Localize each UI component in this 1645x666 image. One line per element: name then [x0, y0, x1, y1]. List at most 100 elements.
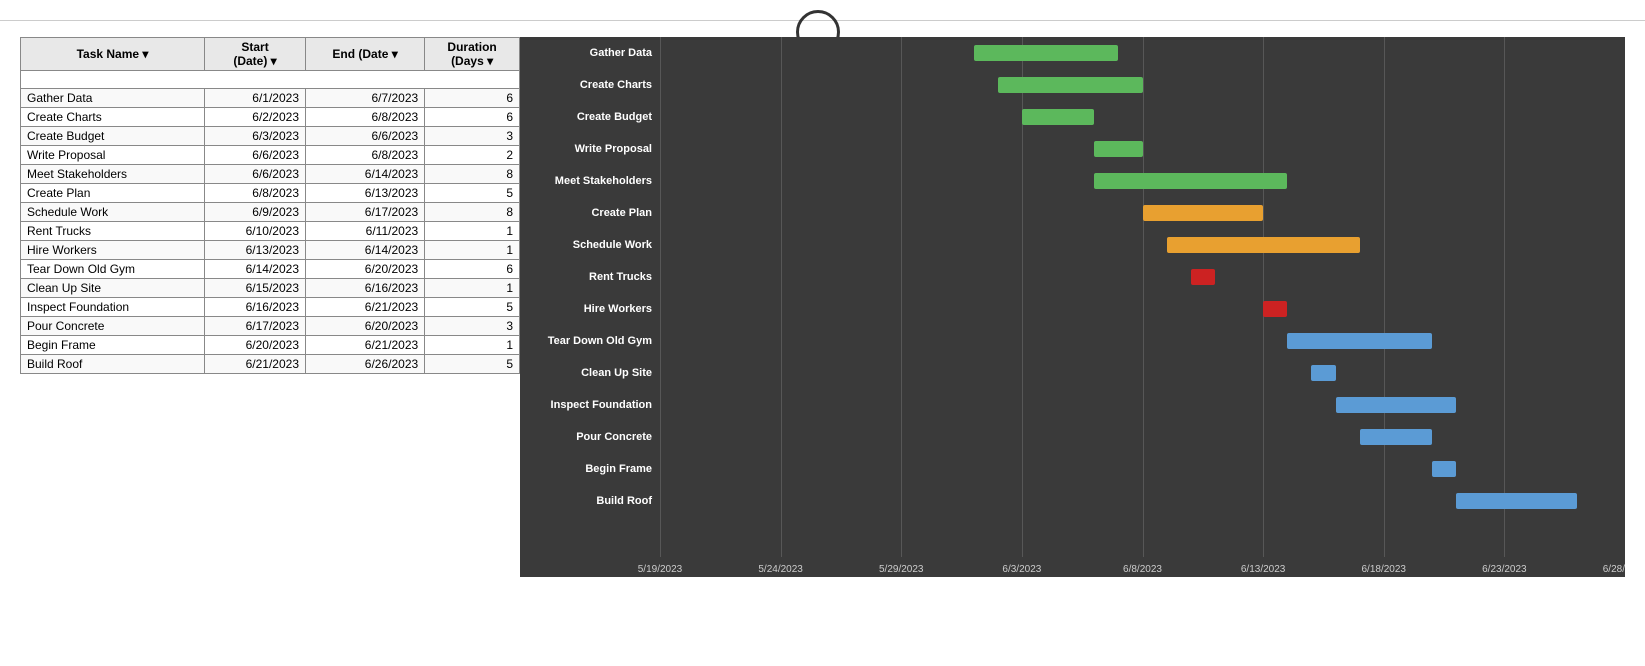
task-duration: 6: [425, 89, 520, 108]
gantt-label: Meet Stakeholders: [520, 165, 660, 197]
gantt-label: Schedule Work: [520, 229, 660, 261]
task-start: 6/16/2023: [205, 298, 306, 317]
table-row: Pour Concrete 6/17/2023 6/20/2023 3: [21, 317, 520, 336]
task-name: Meet Stakeholders: [21, 165, 205, 184]
xaxis-date-label: 5/19/2023: [638, 564, 683, 575]
task-name: Gather Data: [21, 89, 205, 108]
table-row: Create Budget 6/3/2023 6/6/2023 3: [21, 127, 520, 146]
task-end: 6/8/2023: [306, 146, 425, 165]
xaxis-date-label: 6/3/2023: [1002, 564, 1041, 575]
gantt-label: Create Plan: [520, 197, 660, 229]
task-duration: 5: [425, 184, 520, 203]
gantt-label: Begin Frame: [520, 453, 660, 485]
gantt-label: Build Roof: [520, 485, 660, 517]
task-end: 6/21/2023: [306, 336, 425, 355]
gantt-bar: [1094, 173, 1287, 189]
gantt-label: Inspect Foundation: [520, 389, 660, 421]
table-row: Schedule Work 6/9/2023 6/17/2023 8: [21, 203, 520, 222]
task-end: 6/26/2023: [306, 355, 425, 374]
task-duration: 3: [425, 127, 520, 146]
gantt-bar: [1022, 109, 1094, 125]
table-row: Meet Stakeholders 6/6/2023 6/14/2023 8: [21, 165, 520, 184]
task-name: Clean Up Site: [21, 279, 205, 298]
xaxis-date-label: 6/13/2023: [1241, 564, 1286, 575]
task-end: 6/16/2023: [306, 279, 425, 298]
task-end: 6/14/2023: [306, 241, 425, 260]
table-row: Begin Frame 6/20/2023 6/21/2023 1: [21, 336, 520, 355]
gantt-labels: Gather DataCreate ChartsCreate BudgetWri…: [520, 37, 660, 577]
gantt-bar: [1263, 301, 1287, 317]
gantt-bar: [1167, 237, 1360, 253]
gantt-label: Pour Concrete: [520, 421, 660, 453]
task-duration: 1: [425, 336, 520, 355]
gantt-xaxis: 5/19/20235/24/20235/29/20236/3/20236/8/2…: [660, 557, 1625, 577]
xaxis-date-label: 6/28/2023: [1603, 564, 1625, 575]
task-start: 6/8/2023: [205, 184, 306, 203]
task-duration: 1: [425, 241, 520, 260]
table-row: Build Roof 6/21/2023 6/26/2023 5: [21, 355, 520, 374]
gantt-bar: [1143, 205, 1264, 221]
gantt-label: Write Proposal: [520, 133, 660, 165]
col-header-end[interactable]: End (Date ▾: [306, 38, 425, 71]
task-duration: 3: [425, 317, 520, 336]
task-start: 6/14/2023: [205, 260, 306, 279]
col-header-start[interactable]: Start(Date) ▾: [205, 38, 306, 71]
task-duration: 1: [425, 222, 520, 241]
task-start: 6/1/2023: [205, 89, 306, 108]
gantt-inner: Gather DataCreate ChartsCreate BudgetWri…: [520, 37, 1625, 577]
xaxis-date-label: 5/24/2023: [758, 564, 803, 575]
task-name: Tear Down Old Gym: [21, 260, 205, 279]
task-start: 6/17/2023: [205, 317, 306, 336]
gantt-label: Create Charts: [520, 69, 660, 101]
task-duration: 6: [425, 108, 520, 127]
gantt-bar: [1191, 269, 1215, 285]
task-name: Begin Frame: [21, 336, 205, 355]
gantt-label: Rent Trucks: [520, 261, 660, 293]
task-end: 6/17/2023: [306, 203, 425, 222]
main-content: Task Name ▾ Start(Date) ▾ End (Date ▾ Du…: [0, 27, 1645, 587]
task-name: Create Charts: [21, 108, 205, 127]
xaxis-date-label: 5/29/2023: [879, 564, 924, 575]
task-end: 6/7/2023: [306, 89, 425, 108]
task-table: Task Name ▾ Start(Date) ▾ End (Date ▾ Du…: [20, 37, 520, 374]
task-name: Create Plan: [21, 184, 205, 203]
task-end: 6/14/2023: [306, 165, 425, 184]
task-name: Hire Workers: [21, 241, 205, 260]
xaxis-date-label: 6/18/2023: [1362, 564, 1407, 575]
task-name: Pour Concrete: [21, 317, 205, 336]
task-start: 6/6/2023: [205, 165, 306, 184]
task-duration: 8: [425, 165, 520, 184]
task-end: 6/13/2023: [306, 184, 425, 203]
table-row: Clean Up Site 6/15/2023 6/16/2023 1: [21, 279, 520, 298]
task-end: 6/6/2023: [306, 127, 425, 146]
gantt-label: Tear Down Old Gym: [520, 325, 660, 357]
gantt-bar: [1311, 365, 1335, 381]
task-start: 6/6/2023: [205, 146, 306, 165]
task-duration: 5: [425, 298, 520, 317]
col-header-duration[interactable]: Duration(Days ▾: [425, 38, 520, 71]
gantt-label: Hire Workers: [520, 293, 660, 325]
task-name: Build Roof: [21, 355, 205, 374]
task-name: Create Budget: [21, 127, 205, 146]
table-row: Rent Trucks 6/10/2023 6/11/2023 1: [21, 222, 520, 241]
task-start: 6/9/2023: [205, 203, 306, 222]
table-row: Create Charts 6/2/2023 6/8/2023 6: [21, 108, 520, 127]
task-duration: 2: [425, 146, 520, 165]
task-end: 6/20/2023: [306, 260, 425, 279]
task-end: 6/8/2023: [306, 108, 425, 127]
table-row: Write Proposal 6/6/2023 6/8/2023 2: [21, 146, 520, 165]
col-header-task[interactable]: Task Name ▾: [21, 38, 205, 71]
task-start: 6/2/2023: [205, 108, 306, 127]
gantt-chart-area: Gather DataCreate ChartsCreate BudgetWri…: [520, 37, 1625, 577]
gantt-label: Create Budget: [520, 101, 660, 133]
task-start: 6/13/2023: [205, 241, 306, 260]
gantt-bar: [1456, 493, 1577, 509]
table-row: Create Plan 6/8/2023 6/13/2023 5: [21, 184, 520, 203]
task-end: 6/20/2023: [306, 317, 425, 336]
gantt-bar: [1094, 141, 1142, 157]
task-end: 6/21/2023: [306, 298, 425, 317]
gantt-bar: [998, 77, 1143, 93]
task-name: Inspect Foundation: [21, 298, 205, 317]
task-name: Write Proposal: [21, 146, 205, 165]
xaxis-date-label: 6/8/2023: [1123, 564, 1162, 575]
